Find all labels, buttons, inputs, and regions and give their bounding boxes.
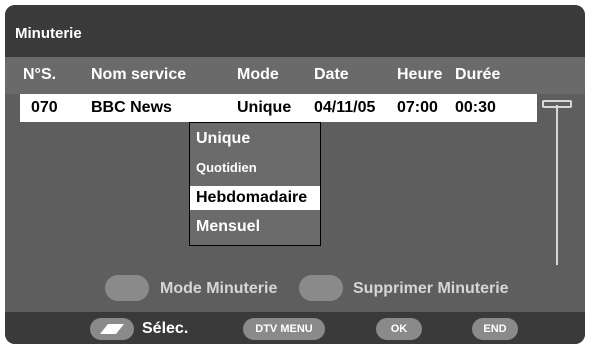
mode-option-label: Unique — [196, 130, 251, 147]
header-mode: Mode — [237, 66, 279, 83]
cell-channel-number: 070 — [31, 99, 58, 116]
select-key[interactable] — [90, 318, 134, 340]
cell-service-name: BBC News — [91, 99, 172, 116]
header-date: Date — [314, 66, 349, 83]
ok-button[interactable]: OK — [376, 318, 422, 340]
mode-option-label: Hebdomadaire — [196, 189, 308, 206]
mode-option-mensuel[interactable]: Mensuel — [190, 215, 320, 239]
cell-time: 07:00 — [397, 99, 438, 116]
mode-option-hebdomadaire[interactable]: Hebdomadaire — [190, 186, 320, 210]
dtv-menu-button[interactable]: DTV MENU — [243, 318, 325, 340]
mode-dropdown[interactable]: Unique Quotidien Hebdomadaire Mensuel — [189, 122, 321, 246]
mode-option-unique[interactable]: Unique — [190, 127, 320, 151]
cell-mode[interactable]: Unique — [237, 99, 291, 117]
mode-option-quotidien[interactable]: Quotidien — [190, 155, 320, 179]
legend-delete-timer-label: Supprimer Minuterie — [353, 280, 509, 297]
up-down-arrows-icon — [100, 324, 124, 334]
header-service-name: Nom service — [91, 66, 187, 83]
end-button[interactable]: END — [472, 318, 518, 340]
legend-mode-timer-label: Mode Minuterie — [160, 280, 278, 297]
scrollbar-thumb-icon[interactable] — [542, 100, 572, 108]
cell-duration: 00:30 — [455, 99, 496, 116]
scrollbar-track[interactable] — [556, 105, 558, 265]
header-duration: Durée — [455, 66, 501, 83]
select-label: Sélec. — [142, 320, 189, 337]
screen-title: Minuterie — [15, 25, 82, 42]
legend-button-icon — [105, 275, 149, 301]
cell-date: 04/11/05 — [314, 99, 376, 116]
mode-option-label: Quotidien — [196, 160, 257, 175]
table-header: N°S. Nom service Mode Date Heure Durée — [5, 57, 585, 94]
timer-screen: Minuterie N°S. Nom service Mode Date Heu… — [5, 5, 585, 344]
table-row[interactable]: 070 BBC News Unique 04/11/05 07:00 00:30 — [20, 94, 537, 122]
mode-option-label: Mensuel — [196, 218, 261, 235]
header-channel-number: N°S. — [23, 66, 57, 83]
title-bar: Minuterie — [5, 5, 585, 57]
legend-button-icon — [299, 275, 343, 301]
bottom-bar: Sélec. DTV MENU OK END — [5, 312, 585, 344]
header-time: Heure — [397, 66, 443, 83]
